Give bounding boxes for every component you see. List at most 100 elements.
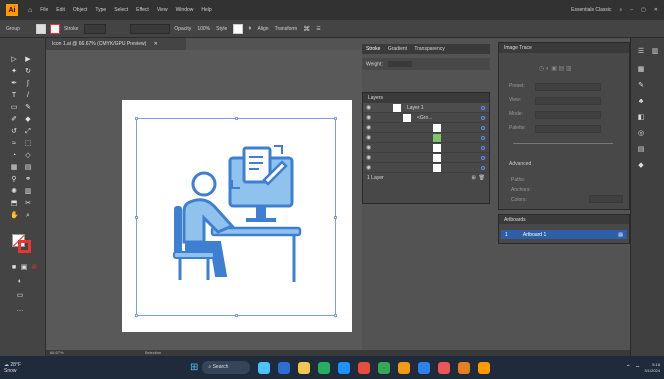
- artboard-options-icon[interactable]: ▤: [618, 232, 623, 238]
- layer-row[interactable]: ◉: [363, 123, 489, 133]
- curvature-icon[interactable]: ∫: [24, 80, 32, 88]
- tab-gradient[interactable]: Gradient: [388, 46, 407, 52]
- align-label[interactable]: Align: [257, 26, 268, 32]
- layer-row[interactable]: ◉: [363, 163, 489, 173]
- gradient-icon[interactable]: ▤: [24, 164, 32, 172]
- gradient-mode-icon[interactable]: ▣: [20, 264, 28, 272]
- scale-icon[interactable]: ⤢: [24, 128, 32, 136]
- eyedropper-icon[interactable]: ⚲: [10, 176, 18, 184]
- threshold-slider[interactable]: [513, 143, 613, 144]
- taskbar-app-icon[interactable]: [338, 361, 351, 374]
- menu-help[interactable]: Help: [201, 7, 211, 13]
- windows-start-icon[interactable]: ⊞: [190, 362, 198, 373]
- stroke-swatch[interactable]: [49, 23, 60, 34]
- taskbar-app-icon[interactable]: [418, 361, 431, 374]
- advanced-toggle[interactable]: Advanced: [509, 161, 531, 167]
- color-mode-icon[interactable]: ■: [10, 264, 18, 272]
- handle-bottom-left[interactable]: [135, 314, 138, 317]
- layer-row[interactable]: ◉: [363, 153, 489, 163]
- width-tool-icon[interactable]: ≈: [10, 140, 18, 148]
- mode-dropdown[interactable]: [535, 111, 601, 119]
- taskbar-app-icon[interactable]: [258, 361, 271, 374]
- handle-top-left[interactable]: [135, 117, 138, 120]
- perspective-icon[interactable]: ◇: [24, 152, 32, 160]
- rotate-icon[interactable]: ↺: [10, 128, 18, 136]
- menu-effect[interactable]: Effect: [136, 7, 149, 13]
- layer-name[interactable]: <Gro...: [417, 115, 432, 121]
- home-icon[interactable]: ⌂: [28, 7, 32, 14]
- palette-dropdown[interactable]: [535, 125, 601, 133]
- graph-icon[interactable]: ▥: [24, 188, 32, 196]
- isolate-icon[interactable]: ⌘: [303, 25, 310, 33]
- hand-tool-icon[interactable]: ✋: [10, 212, 19, 220]
- visibility-eye-icon[interactable]: ◉: [363, 144, 373, 151]
- layer-row[interactable]: ◉: [363, 133, 489, 143]
- image-trace-title[interactable]: Image Trace: [504, 45, 532, 51]
- zoom-level[interactable]: 66.67%: [50, 350, 64, 355]
- close-icon[interactable]: ✕: [654, 7, 658, 13]
- visibility-eye-icon[interactable]: ◉: [363, 124, 373, 131]
- zoom-tool-icon[interactable]: ⌕: [24, 212, 32, 220]
- minimize-icon[interactable]: –: [630, 7, 633, 13]
- target-circle-icon[interactable]: [481, 105, 485, 110]
- view-dropdown[interactable]: [535, 97, 601, 105]
- layers-panel-title[interactable]: Layers: [368, 95, 383, 101]
- slice-icon[interactable]: ✂: [24, 200, 32, 208]
- artboard-list-row[interactable]: 1 Artboard 1 ▤: [501, 230, 627, 239]
- preset-dropdown[interactable]: [535, 83, 601, 91]
- edit-toolbar-icon[interactable]: …: [16, 306, 24, 314]
- visibility-eye-icon[interactable]: ◉: [363, 114, 373, 121]
- pathfinder-icon[interactable]: ◆: [637, 162, 645, 170]
- trace-button[interactable]: [589, 195, 623, 203]
- stroke-label[interactable]: Stroke: [64, 26, 78, 32]
- target-circle-icon[interactable]: [481, 135, 485, 140]
- type-tool-icon[interactable]: T: [10, 92, 18, 100]
- selection-tool-icon[interactable]: ▷: [10, 56, 18, 64]
- document-tab[interactable]: Icon 1.ai @ 66.67% (CMYK/GPU Preview) ✕: [46, 38, 186, 50]
- direct-selection-tool-icon[interactable]: ▶: [24, 56, 32, 64]
- none-mode-icon[interactable]: ⊘: [30, 264, 38, 272]
- visibility-eye-icon[interactable]: ◉: [363, 104, 373, 111]
- search-icon[interactable]: ⌕: [619, 7, 622, 13]
- visibility-eye-icon[interactable]: ◉: [363, 154, 373, 161]
- maximize-icon[interactable]: ▢: [641, 7, 646, 13]
- menu-edit[interactable]: Edit: [56, 7, 65, 13]
- target-circle-icon[interactable]: [481, 155, 485, 160]
- taskbar-app-icon[interactable]: [478, 361, 491, 374]
- menu-view[interactable]: View: [157, 7, 168, 13]
- menu-object[interactable]: Object: [73, 7, 87, 13]
- tray-chevron-icon[interactable]: ⌃: [626, 364, 631, 371]
- appearance-icon[interactable]: ◎: [637, 130, 645, 138]
- layer-row[interactable]: ◉ Layer 1: [363, 103, 489, 113]
- stroke-weight-dropdown[interactable]: [84, 23, 107, 34]
- new-layer-icon[interactable]: ⊞: [471, 175, 475, 181]
- variable-width-dropdown[interactable]: [130, 23, 171, 34]
- layer-row[interactable]: ◉ <Gro...: [363, 113, 489, 123]
- graphic-styles-icon[interactable]: ◧: [637, 114, 645, 122]
- properties-icon[interactable]: ☰: [637, 48, 645, 56]
- taskbar-search[interactable]: ⌕ Search: [202, 361, 251, 374]
- screen-mode-icon[interactable]: ▭: [16, 292, 24, 300]
- align-panel-icon[interactable]: ▤: [637, 146, 645, 154]
- rectangle-tool-icon[interactable]: ▭: [10, 104, 18, 112]
- stroke-weight-field[interactable]: [388, 61, 413, 67]
- shape-builder-icon[interactable]: ◔: [10, 152, 18, 160]
- transform-label[interactable]: Transform: [275, 26, 298, 32]
- artboard-name[interactable]: Artboard 1: [523, 232, 546, 238]
- tab-transparency[interactable]: Transparency: [414, 46, 444, 52]
- taskbar-app-icon[interactable]: [378, 361, 391, 374]
- paintbrush-icon[interactable]: ✎: [24, 104, 32, 112]
- pen-tool-icon[interactable]: ✒: [10, 80, 18, 88]
- handle-bottom-mid[interactable]: [235, 314, 238, 317]
- artboard-tool-icon[interactable]: ⬒: [10, 200, 18, 208]
- artboards-title[interactable]: Artboards: [504, 217, 526, 223]
- taskbar-app-icon[interactable]: [398, 361, 411, 374]
- handle-mid-left[interactable]: [135, 216, 138, 219]
- tab-close-icon[interactable]: ✕: [154, 41, 158, 47]
- delete-layer-icon[interactable]: 🗑: [479, 175, 485, 181]
- free-transform-icon[interactable]: ⬚: [24, 140, 32, 148]
- blend-icon[interactable]: ⚭: [24, 176, 32, 184]
- work-from-home-illustration[interactable]: [170, 140, 310, 290]
- taskbar-app-icon[interactable]: [318, 361, 331, 374]
- handle-bottom-right[interactable]: [334, 314, 337, 317]
